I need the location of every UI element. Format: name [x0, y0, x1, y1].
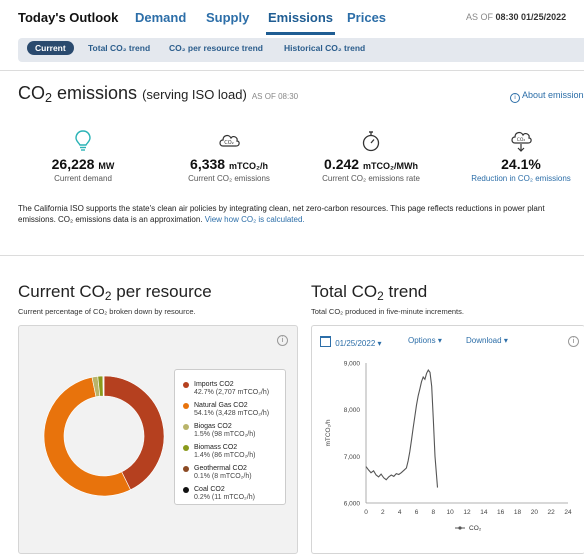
svg-text:CO₂: CO₂ — [517, 137, 526, 143]
kpi-value: 26,228 — [51, 156, 95, 172]
x-tick-label: 14 — [480, 509, 488, 516]
legend-marker — [458, 526, 462, 530]
legend-swatch — [183, 466, 189, 472]
calendar-icon — [320, 336, 331, 347]
donut-chart — [43, 375, 165, 497]
kpi-current-co2-rate: 0.242 mTCO₂/MWh Current CO₂ emissions ra… — [296, 130, 446, 183]
tab-supply[interactable]: Supply — [206, 10, 249, 25]
kpi-caption: Current demand — [54, 174, 112, 183]
emissions-description: The California ISO supports the state's … — [18, 204, 545, 224]
x-tick-label: 0 — [364, 509, 368, 516]
subtab-current[interactable]: Current — [27, 41, 74, 55]
download-dropdown[interactable]: Download ▾ — [466, 336, 508, 345]
kpi-current-demand: 26,228 MW Current demand — [8, 130, 158, 183]
top-nav: Today's Outlook Demand Supply Emissions … — [0, 0, 584, 35]
trend-line-chart: 6,0007,0008,0009,0000 2 4 6 8 10 12 14 16 18 20 22 2… — [325, 361, 572, 533]
legend-swatch — [183, 403, 189, 409]
y-tick-label: 8,000 — [344, 407, 361, 414]
kpi-unit: mTCO₂/MWh — [362, 161, 418, 171]
x-tick-label: 4 — [398, 509, 402, 516]
kpi-co2-reduction: CO₂ 24.1% Reduction in CO₂ emissions — [446, 130, 584, 183]
cloud-co2-icon: CO₂ — [219, 134, 240, 147]
subtab-co2-per-resource-trend[interactable]: CO₂ per resource trend — [169, 43, 263, 53]
x-tick-label: 6 — [415, 509, 419, 516]
x-tick-label: 18 — [514, 509, 522, 516]
legend-label[interactable]: CO₂ — [469, 525, 482, 532]
kpi-caption: Current CO₂ emissions — [188, 174, 270, 183]
kpi-unit: mTCO₂/h — [228, 161, 268, 171]
legend-swatch — [183, 382, 189, 388]
stopwatch-icon — [362, 131, 380, 152]
as-of-label: AS OF — [466, 12, 494, 22]
emissions-title: CO2 emissions (serving ISO load) AS OF 0… — [18, 83, 299, 106]
kpi-value: 6,338 — [190, 156, 226, 172]
x-tick-label: 22 — [548, 509, 556, 516]
page-brand: Today's Outlook — [18, 10, 119, 25]
trend-subtitle: Total CO₂ produced in five-minute increm… — [311, 307, 464, 316]
caret-down-icon: ▾ — [377, 339, 382, 348]
x-tick-label: 20 — [531, 509, 539, 516]
subtab-total-co2-trend[interactable]: Total CO₂ trend — [88, 43, 150, 53]
subtab-historical-co2-trend[interactable]: Historical CO₂ trend — [284, 43, 365, 53]
per-resource-subtitle: Current percentage of CO₂ broken down by… — [18, 307, 196, 316]
kpi-current-co2-emissions: CO₂ 6,338 mTCO₂/h Current CO₂ emissions — [154, 130, 304, 183]
tab-demand[interactable]: Demand — [135, 10, 186, 25]
about-emissions-link[interactable]: i About emissions — [510, 90, 584, 103]
tab-emissions[interactable]: Emissions — [265, 10, 336, 35]
svg-text:CO₂: CO₂ — [224, 140, 233, 146]
info-icon[interactable]: i — [568, 336, 579, 347]
co2-calculation-link[interactable]: View how CO₂ is calculated. — [205, 215, 305, 224]
kpi-unit: MW — [98, 161, 115, 171]
caret-down-icon: ▾ — [503, 336, 508, 345]
emissions-as-of: AS OF 08:30 — [251, 92, 299, 101]
x-tick-label: 24 — [564, 509, 572, 516]
legend-swatch — [183, 487, 189, 493]
per-resource-title: Current CO2 per resource — [18, 282, 212, 303]
lightbulb-icon — [75, 130, 91, 151]
kpi-value: 0.242 — [324, 156, 360, 172]
y-tick-label: 7,000 — [344, 454, 361, 461]
divider — [0, 255, 584, 256]
x-tick-label: 16 — [497, 509, 505, 516]
per-resource-legend: Imports CO2 42.7% (2,707 mTCO₂/h) Natura… — [174, 369, 286, 505]
info-icon: i — [510, 93, 520, 103]
tab-prices[interactable]: Prices — [347, 10, 386, 25]
as-of-value: 08:30 01/25/2022 — [495, 12, 567, 22]
y-tick-label: 6,000 — [344, 501, 361, 508]
x-tick-label: 2 — [381, 509, 385, 516]
kpi-caption: Current CO₂ emissions rate — [322, 174, 420, 183]
y-tick-label: 9,000 — [344, 361, 361, 368]
kpi-caption[interactable]: Reduction in CO₂ emissions — [446, 174, 584, 183]
options-dropdown[interactable]: Options ▾ — [408, 336, 442, 345]
as-of-timestamp: AS OF 08:30 01/25/2022 — [466, 12, 566, 22]
x-tick-label: 8 — [432, 509, 436, 516]
serving-label: (serving ISO load) — [142, 87, 247, 102]
divider — [0, 70, 584, 71]
legend-swatch — [183, 424, 189, 430]
info-icon[interactable]: i — [277, 335, 288, 346]
x-tick-label: 10 — [447, 509, 455, 516]
date-picker[interactable]: 01/25/2022 ▾ — [320, 336, 382, 348]
sub-nav: Current Total CO₂ trend CO₂ per resource… — [18, 38, 584, 62]
series-line-co2 — [365, 368, 439, 488]
caret-down-icon: ▾ — [437, 336, 442, 345]
kpi-value: 24.1% — [501, 156, 541, 172]
trend-title: Total CO2 trend — [311, 282, 428, 303]
x-tick-label: 12 — [463, 509, 471, 516]
cloud-down-icon: CO₂ — [511, 131, 532, 152]
legend-swatch — [183, 445, 189, 451]
y-axis-label: mTCO₂/h — [325, 419, 332, 446]
donut-slice-imports-co2[interactable] — [103, 375, 165, 491]
donut-slice-coal-co2[interactable] — [103, 375, 105, 397]
